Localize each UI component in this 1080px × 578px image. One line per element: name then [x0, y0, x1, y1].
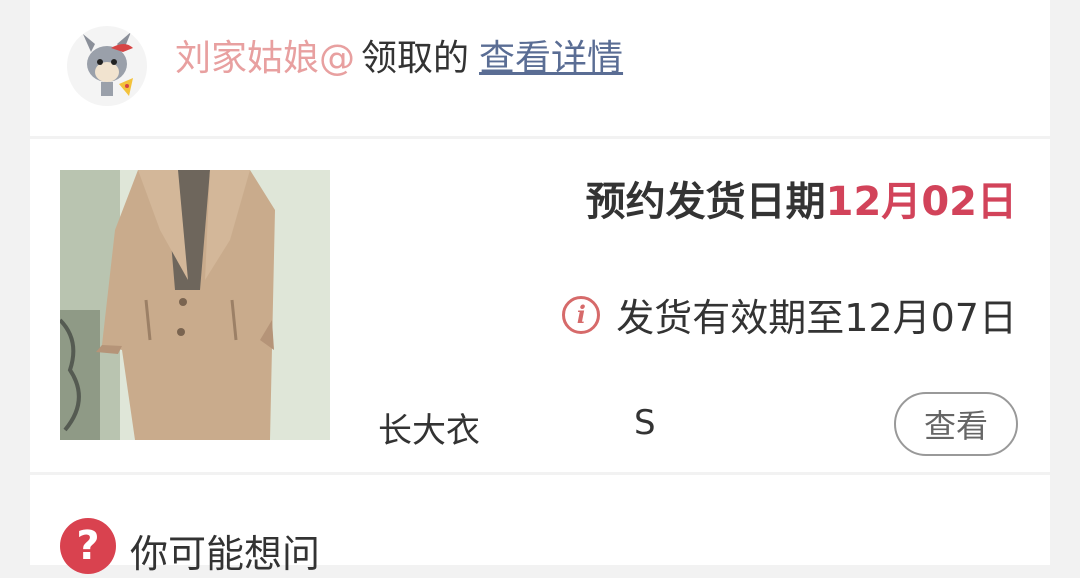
claim-header: 刘家姑娘@ 领取的 查看详情 — [30, 0, 1050, 136]
cartoon-cat-avatar — [83, 32, 133, 96]
product-name: 长大衣 — [378, 411, 480, 451]
coat-photo — [60, 170, 330, 440]
claim-line: 刘家姑娘@ 领取的 查看详情 — [175, 34, 623, 84]
avatar[interactable] — [67, 26, 147, 106]
product-size: S — [634, 403, 656, 443]
faq-title[interactable]: 你可能想问 — [130, 523, 320, 578]
nickname[interactable]: 刘家姑娘@ — [175, 38, 355, 79]
scheduled-ship-date: 预约发货日期12月02日 — [586, 169, 1017, 227]
view-details-link[interactable]: 查看详情 — [479, 38, 623, 79]
ship-date-value: 12月02日 — [825, 179, 1017, 225]
view-button[interactable]: 查看 — [894, 392, 1018, 456]
order-card: 预约发货日期12月02日 i 发货有效期至12月07日 长大衣 S 查看 — [30, 139, 1050, 472]
product-image[interactable] — [60, 170, 330, 440]
ship-date-label: 预约发货日期 — [585, 179, 826, 225]
question-icon: ? — [60, 518, 116, 574]
info-icon[interactable]: i — [562, 295, 601, 334]
ship-validity-text: 发货有效期至12月07日 — [616, 296, 1017, 340]
ship-validity: i 发货有效期至12月07日 — [562, 287, 1017, 342]
claim-text: 领取的 — [361, 38, 470, 79]
faq-section: ? 你可能想问 — [30, 475, 1050, 576]
